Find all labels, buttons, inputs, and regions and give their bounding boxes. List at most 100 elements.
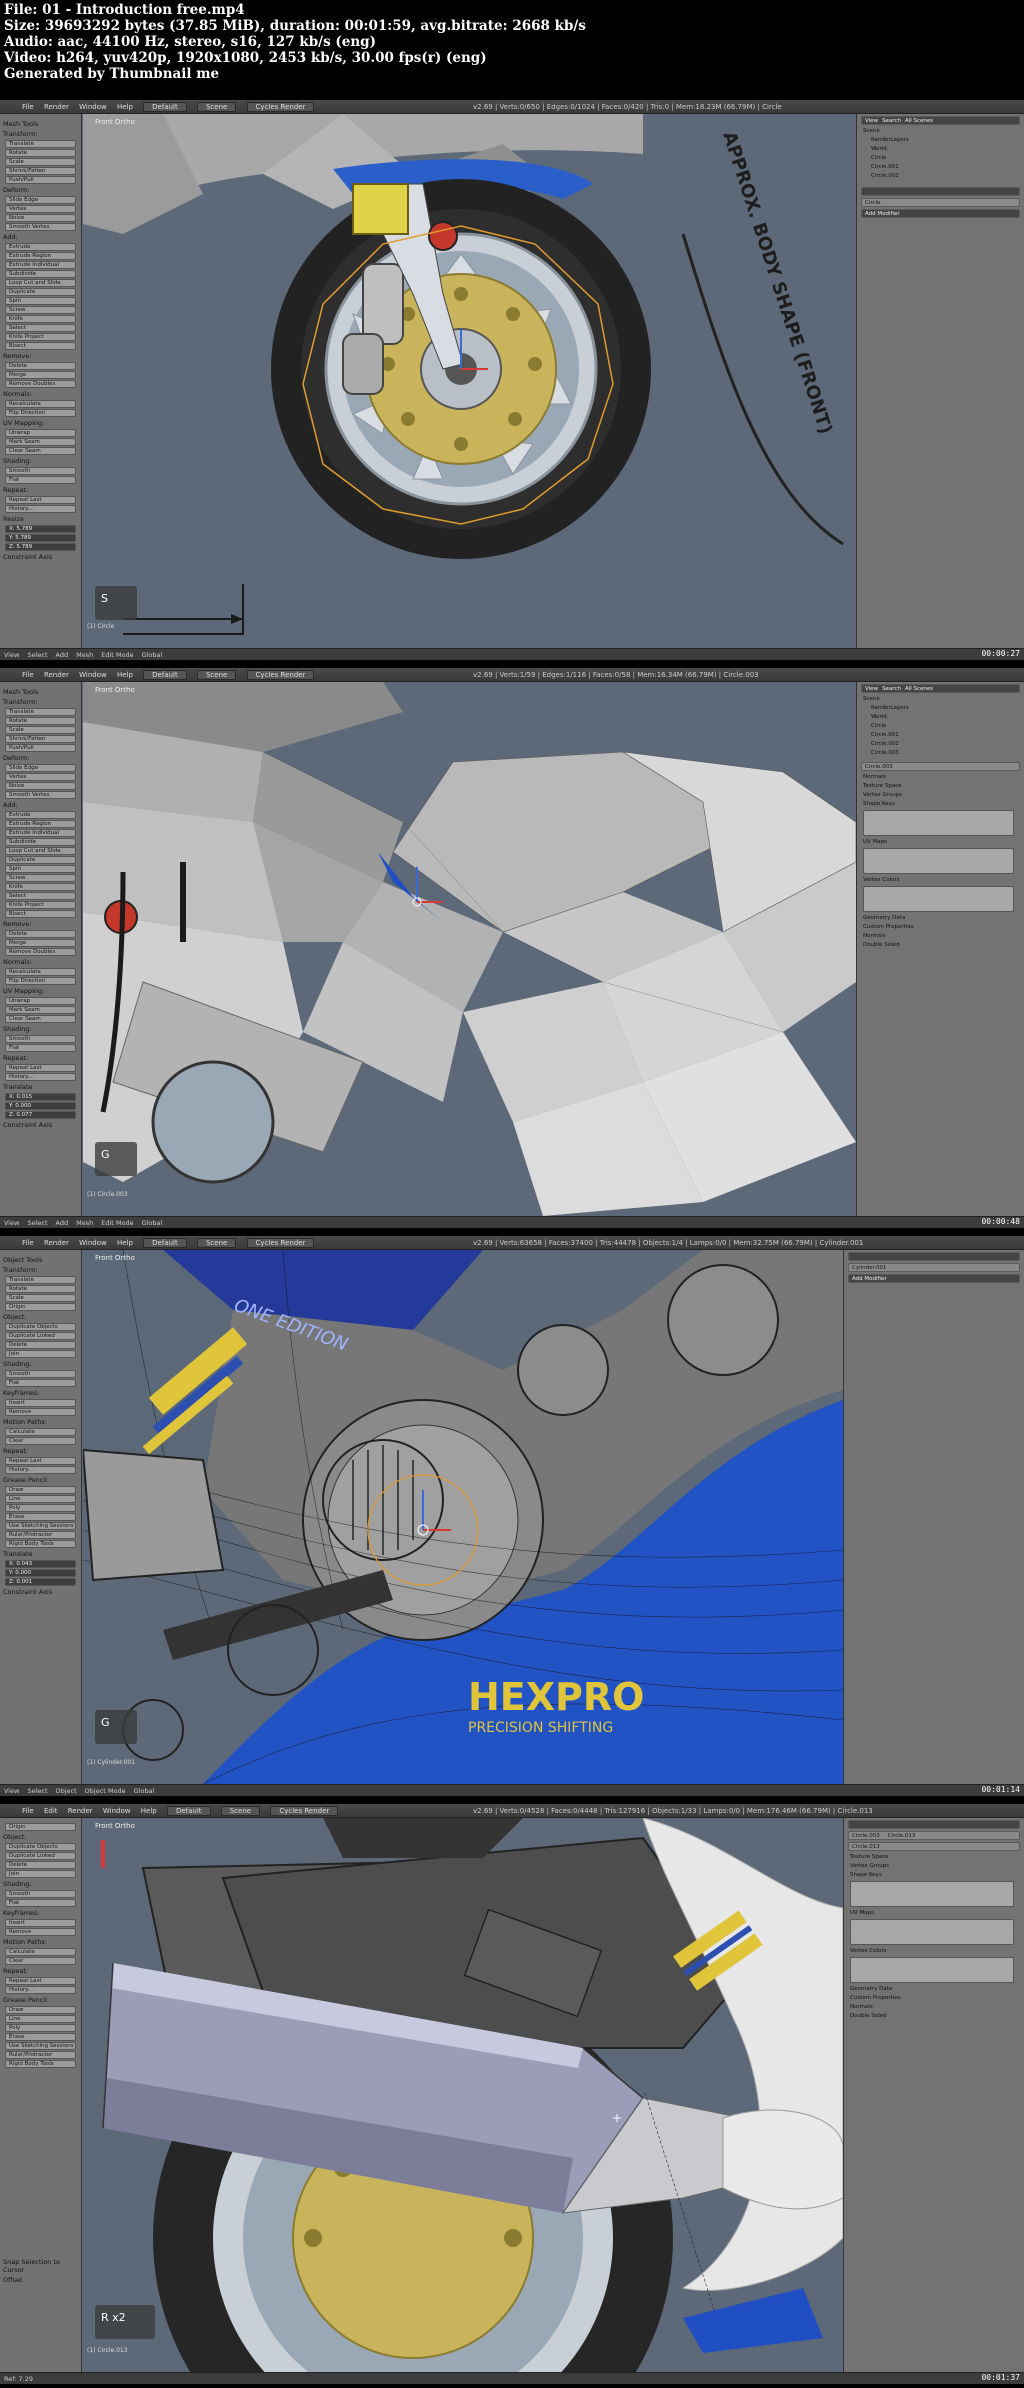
bottom-menu-global[interactable]: Global <box>142 1219 163 1227</box>
3d-viewport[interactable]: HEXPRO PRECISION SHIFTING ONE EDITION Fr… <box>83 1250 843 1784</box>
tool-slide-edge[interactable]: Slide Edge <box>5 196 76 204</box>
field-y[interactable]: Y: 5.789 <box>5 534 76 542</box>
tool-repeat-last[interactable]: Repeat Last <box>5 1977 76 1985</box>
menu-file[interactable]: File <box>22 671 34 679</box>
properties-tabs[interactable] <box>848 1252 1020 1261</box>
tool-slide-edge[interactable]: Slide Edge <box>5 764 76 772</box>
bottom-menu-object-mode[interactable]: Object Mode <box>85 1787 126 1795</box>
tool-knife-project[interactable]: Knife Project <box>5 901 76 909</box>
tool-duplicate[interactable]: Duplicate <box>5 856 76 864</box>
list-box[interactable] <box>850 1919 1014 1945</box>
tool-delete[interactable]: Delete <box>5 930 76 938</box>
panel-vertex-groups[interactable]: Vertex Groups <box>850 1863 1018 1869</box>
tool-use-sketching-sessions[interactable]: Use Sketching Sessions <box>5 2042 76 2050</box>
tool-flat[interactable]: Flat <box>5 1044 76 1052</box>
bottom-menu-global[interactable]: Global <box>134 1787 155 1795</box>
tool-knife[interactable]: Knife <box>5 883 76 891</box>
outliner-item[interactable]: Circle.001 <box>871 164 1018 170</box>
tool-merge[interactable]: Merge <box>5 939 76 947</box>
tool-draw[interactable]: Draw <box>5 2006 76 2014</box>
3d-viewport[interactable]: Front Ortho G (1) Circle.003 <box>83 682 856 1216</box>
outliner-item[interactable]: Scene <box>863 696 1018 702</box>
tool-flat[interactable]: Flat <box>5 1379 76 1387</box>
tab-search[interactable]: Search <box>882 685 901 692</box>
menu-window[interactable]: Window <box>103 1807 131 1815</box>
tool-duplicate-objects[interactable]: Duplicate Objects <box>5 1843 76 1851</box>
bottom-menu-ref-7-29[interactable]: Ref: 7.29 <box>4 2375 33 2383</box>
list-box[interactable] <box>863 848 1014 874</box>
tool-smooth[interactable]: Smooth <box>5 1370 76 1378</box>
tool-translate[interactable]: Translate <box>5 1276 76 1284</box>
tool-spin[interactable]: Spin <box>5 297 76 305</box>
tool-unwrap[interactable]: Unwrap <box>5 997 76 1005</box>
tool-clear[interactable]: Clear <box>5 1957 76 1965</box>
add-modifier-button[interactable]: Add Modifier <box>861 209 1020 218</box>
tool-erase[interactable]: Erase <box>5 2033 76 2041</box>
tool-clear[interactable]: Clear <box>5 1437 76 1445</box>
menu-window[interactable]: Window <box>79 103 107 111</box>
3d-viewport[interactable]: APPROX. BODY SHAPE (FRONT) Front Ortho S… <box>83 114 856 648</box>
tool-join[interactable]: Join <box>5 1870 76 1878</box>
tool-translate[interactable]: Translate <box>5 708 76 716</box>
properties-tabs[interactable] <box>848 1820 1020 1829</box>
object-name-field[interactable]: Circle <box>861 198 1020 207</box>
tool-delete[interactable]: Delete <box>5 1861 76 1869</box>
tool-remove[interactable]: Remove <box>5 1928 76 1936</box>
menu-file[interactable]: File <box>22 1239 34 1247</box>
tool-duplicate-linked[interactable]: Duplicate Linked <box>5 1332 76 1340</box>
engine-select[interactable]: Cycles Render <box>246 670 315 680</box>
tool-shrink-fatten[interactable]: Shrink/Fatten <box>5 167 76 175</box>
tool-duplicate-objects[interactable]: Duplicate Objects <box>5 1323 76 1331</box>
outliner-item[interactable]: RenderLayers <box>871 705 1018 711</box>
outliner-item[interactable]: RenderLayers <box>871 137 1018 143</box>
outliner-item[interactable]: Scene <box>863 128 1018 134</box>
tool-remove-doubles[interactable]: Remove Doubles <box>5 948 76 956</box>
tool-bisect[interactable]: Bisect <box>5 910 76 918</box>
panel-shape-keys[interactable]: Shape Keys <box>850 1872 1018 1878</box>
panel-double-sided[interactable]: Double Sided <box>863 942 1018 948</box>
tool-noise[interactable]: Noise <box>5 214 76 222</box>
scene-select[interactable]: Scene <box>196 102 237 112</box>
tab-view[interactable]: View <box>865 117 878 124</box>
list-box[interactable] <box>850 1881 1014 1907</box>
layout-select[interactable]: Default <box>143 102 187 112</box>
menu-help[interactable]: Help <box>117 1239 133 1247</box>
bottom-menu-object[interactable]: Object <box>56 1787 77 1795</box>
tool-repeat-last[interactable]: Repeat Last <box>5 1064 76 1072</box>
tool-extrude[interactable]: Extrude <box>5 243 76 251</box>
outliner-item[interactable]: Circle.003 <box>871 750 1018 756</box>
tool-rigid-body-tools[interactable]: Rigid Body Tools <box>5 1540 76 1548</box>
tool-history[interactable]: History... <box>5 1466 76 1474</box>
tool-history[interactable]: History... <box>5 1986 76 1994</box>
tool-delete[interactable]: Delete <box>5 362 76 370</box>
tab-search[interactable]: Search <box>882 117 901 124</box>
bottom-menu-edit-mode[interactable]: Edit Mode <box>101 651 133 659</box>
bottom-menu-view[interactable]: View <box>4 651 19 659</box>
tool-extrude-individual[interactable]: Extrude Individual <box>5 829 76 837</box>
tool-delete[interactable]: Delete <box>5 1341 76 1349</box>
tab-all-scenes[interactable]: All Scenes <box>905 117 933 124</box>
panel-normals[interactable]: Normals <box>863 774 1018 780</box>
tool-smooth-vertex[interactable]: Smooth Vertex <box>5 223 76 231</box>
bottom-menu-select[interactable]: Select <box>27 1219 47 1227</box>
panel-uv-maps[interactable]: UV Maps <box>863 839 1018 845</box>
outliner-item[interactable]: Circle.002 <box>871 173 1018 179</box>
panel-normals[interactable]: Normals <box>850 2004 1018 2010</box>
tool-duplicate-linked[interactable]: Duplicate Linked <box>5 1852 76 1860</box>
field-z[interactable]: Z: 5.789 <box>5 543 76 551</box>
bottom-menu-edit-mode[interactable]: Edit Mode <box>101 1219 133 1227</box>
tool-origin[interactable]: Origin <box>5 1303 76 1311</box>
tool-shrink-fatten[interactable]: Shrink/Fatten <box>5 735 76 743</box>
tool-mark-seam[interactable]: Mark Seam <box>5 438 76 446</box>
outliner-item[interactable]: Circle <box>871 155 1018 161</box>
tool-rotate[interactable]: Rotate <box>5 1285 76 1293</box>
tool-poly[interactable]: Poly <box>5 2024 76 2032</box>
tab-view[interactable]: View <box>865 685 878 692</box>
panel-custom-properties[interactable]: Custom Properties <box>863 924 1018 930</box>
tool-ruler-protractor[interactable]: Ruler/Protractor <box>5 2051 76 2059</box>
tool-insert[interactable]: Insert <box>5 1399 76 1407</box>
scene-select[interactable]: Scene <box>196 1238 237 1248</box>
field-z[interactable]: Z: 0.077 <box>5 1111 76 1119</box>
bottom-menu-select[interactable]: Select <box>27 1787 47 1795</box>
menu-render[interactable]: Render <box>44 103 69 111</box>
